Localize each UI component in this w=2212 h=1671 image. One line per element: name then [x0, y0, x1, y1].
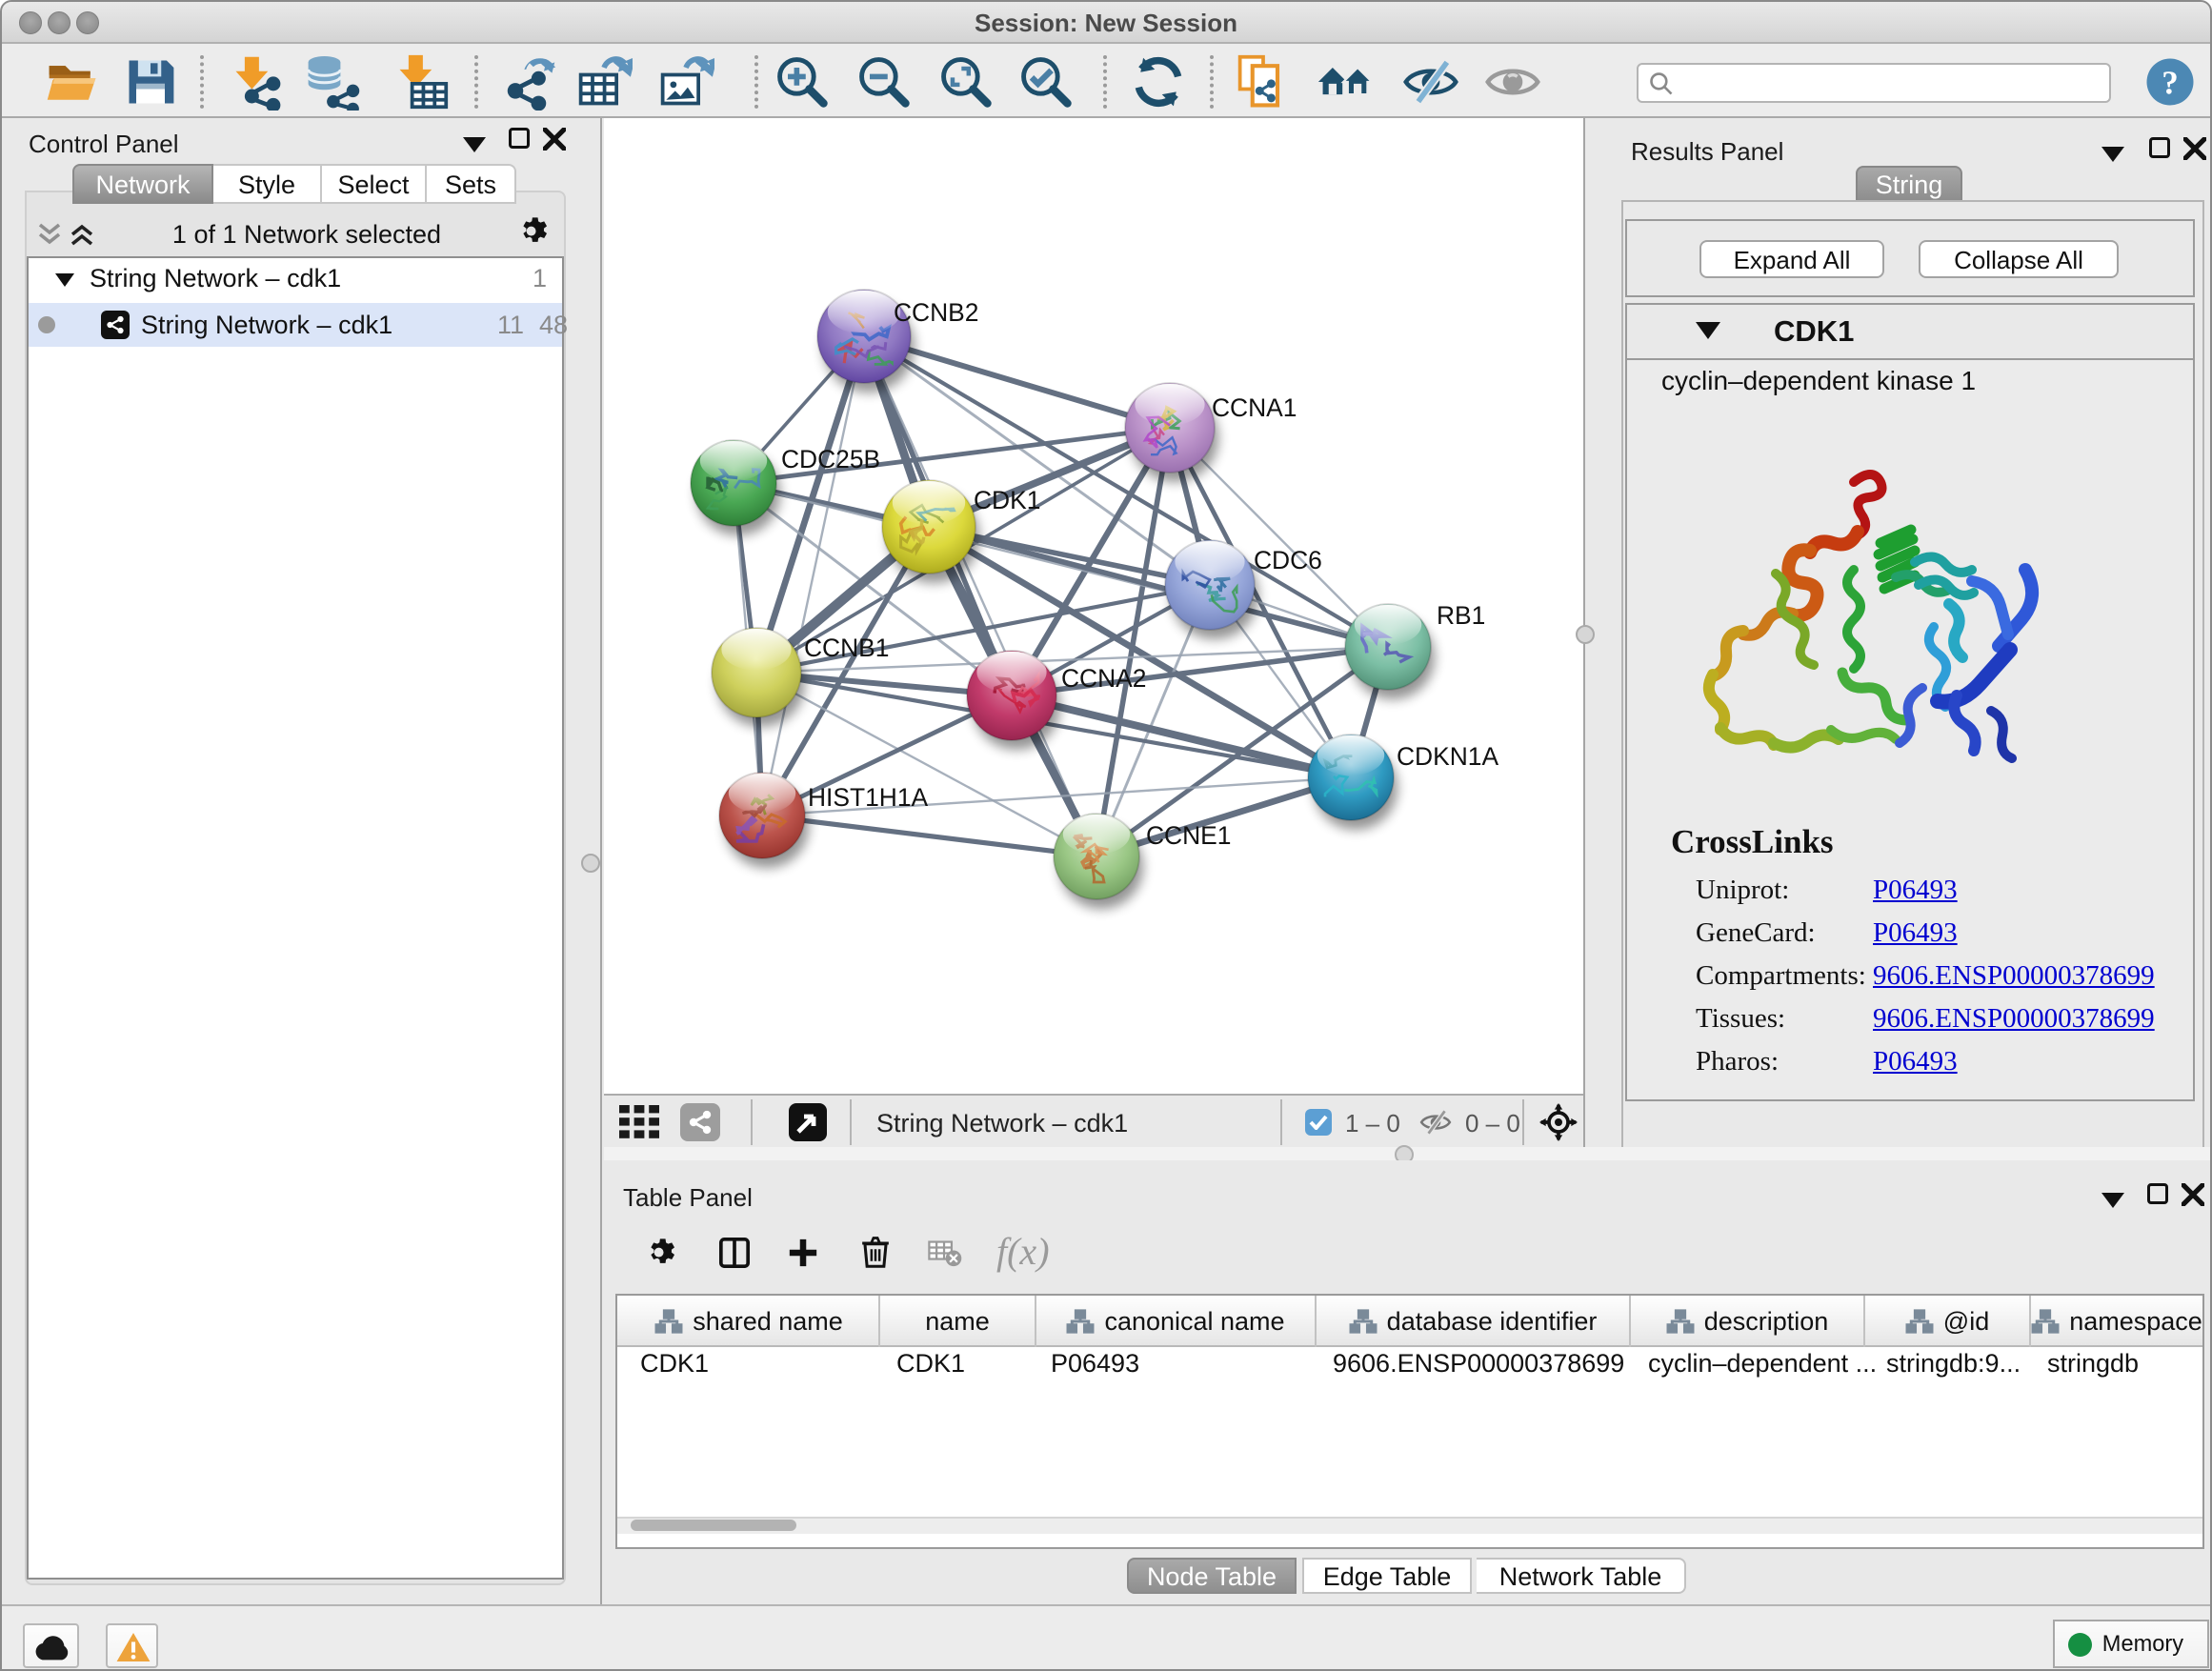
svg-text:CDKN1A: CDKN1A — [1397, 742, 1498, 771]
svg-text:CDC6: CDC6 — [1254, 546, 1322, 574]
svg-text:CCNB1: CCNB1 — [804, 634, 889, 662]
svg-text:CDK1: CDK1 — [974, 486, 1040, 514]
svg-text:RB1: RB1 — [1437, 601, 1485, 630]
svg-text:CCNB2: CCNB2 — [894, 298, 978, 327]
svg-text:HIST1H1A: HIST1H1A — [808, 783, 929, 812]
svg-text:CCNE1: CCNE1 — [1146, 821, 1231, 850]
svg-text:?: ? — [2162, 64, 2179, 101]
svg-text:CCNA2: CCNA2 — [1061, 664, 1146, 693]
svg-text:CDC25B: CDC25B — [781, 445, 880, 473]
svg-text:CCNA1: CCNA1 — [1212, 393, 1297, 422]
